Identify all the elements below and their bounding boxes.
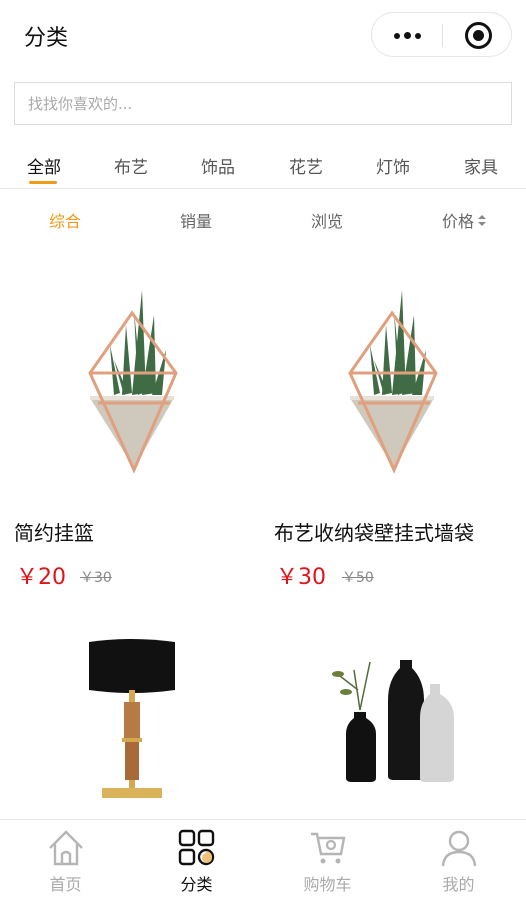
search-box	[14, 82, 512, 125]
product-original-price: ￥50	[342, 570, 374, 586]
sort-sales[interactable]: 销量	[180, 208, 212, 232]
product-card[interactable]: 布艺收纳袋壁挂式墙袋 ￥30 ￥50	[274, 255, 519, 590]
hanging-planter-icon	[348, 290, 438, 474]
cart-icon	[311, 832, 346, 864]
tabbar-label: 购物车	[303, 875, 352, 894]
tabbar-item-mine[interactable]: 我的	[393, 820, 524, 898]
product-original-price: ￥30	[80, 570, 112, 586]
product-card[interactable]: 简约挂篮 ￥20 ￥30	[14, 255, 259, 590]
product-image	[274, 600, 519, 819]
more-dot-icon	[414, 32, 421, 39]
product-price: ￥30	[276, 565, 326, 590]
sort-price[interactable]: 价格	[442, 208, 487, 232]
user-icon	[441, 830, 477, 867]
product-image	[14, 255, 259, 500]
sort-price-label: 价格	[442, 212, 475, 231]
hanging-planter-icon	[88, 290, 178, 474]
capsule-divider	[442, 24, 443, 47]
bottom-tab-bar: 首页 分类 购物车 我的	[0, 819, 526, 898]
more-button[interactable]	[372, 13, 442, 58]
tabbar-item-home[interactable]: 首页	[0, 820, 131, 898]
tab-lighting[interactable]: 灯饰	[376, 153, 410, 178]
tab-all[interactable]: 全部	[27, 153, 61, 178]
tabbar-item-cart[interactable]: 购物车	[262, 820, 393, 898]
tabbar-label: 首页	[49, 875, 82, 894]
sort-overall[interactable]: 综合	[49, 208, 81, 232]
product-image	[14, 600, 259, 819]
category-tabs: 全部 布艺 饰品 花艺 灯饰 家具	[0, 145, 526, 189]
product-price: ￥20	[16, 565, 66, 590]
search-input[interactable]	[15, 83, 511, 124]
mini-program-capsule	[371, 12, 512, 57]
product-card[interactable]	[274, 600, 519, 819]
sort-views[interactable]: 浏览	[311, 208, 343, 232]
tabbar-label: 分类	[180, 875, 213, 894]
close-target-icon[interactable]	[465, 22, 492, 49]
product-name: 简约挂篮	[14, 521, 94, 545]
sort-arrows-icon	[478, 214, 487, 227]
tab-decor[interactable]: 饰品	[201, 153, 235, 178]
active-tab-indicator	[29, 181, 57, 184]
sort-bar: 综合 销量 浏览 价格	[0, 190, 526, 248]
tab-fabric[interactable]: 布艺	[114, 153, 148, 178]
product-image	[274, 255, 519, 500]
product-card[interactable]	[14, 600, 259, 819]
tabbar-item-category[interactable]: 分类	[131, 820, 262, 898]
table-lamp-icon	[89, 639, 175, 798]
vases-icon	[332, 660, 454, 782]
page-title: 分类	[24, 26, 69, 51]
nav-bar: 分类	[0, 0, 526, 70]
product-name: 布艺收纳袋壁挂式墙袋	[274, 521, 474, 545]
tab-floral[interactable]: 花艺	[289, 153, 323, 178]
home-icon	[49, 830, 83, 866]
more-dot-icon	[403, 32, 411, 39]
tab-furniture[interactable]: 家具	[464, 153, 498, 178]
tabbar-label: 我的	[442, 875, 475, 894]
category-icon	[178, 829, 215, 866]
more-dot-icon	[393, 32, 400, 39]
